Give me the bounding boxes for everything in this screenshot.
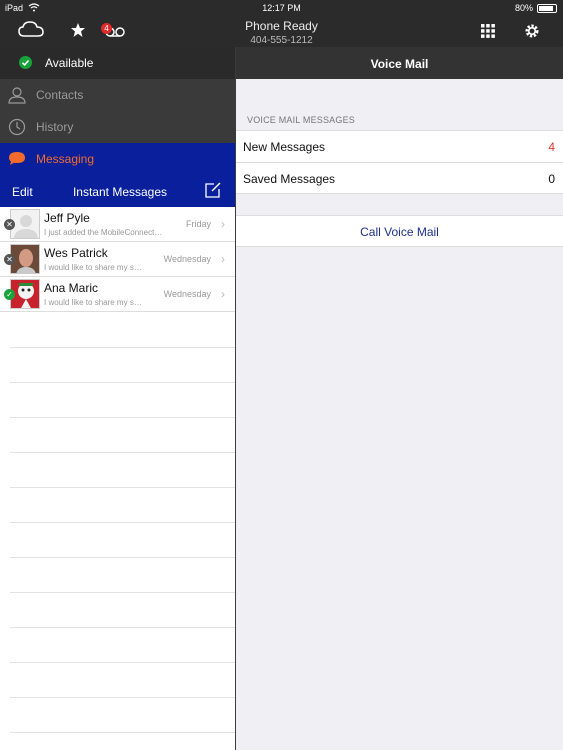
clock-icon <box>8 118 26 139</box>
list-separator <box>10 522 235 523</box>
list-item[interactable]: ✕ Jeff Pyle I just added the MobileConne… <box>0 207 235 242</box>
new-messages-count: 4 <box>548 140 555 154</box>
chevron-right-icon: › <box>221 217 225 231</box>
detail-header: Voice Mail <box>236 47 563 79</box>
message-preview: I would like to share my s… <box>44 298 142 307</box>
message-preview: I just added the MobileConnect… <box>44 228 163 237</box>
chevron-right-icon: › <box>221 287 225 301</box>
saved-messages-count: 0 <box>548 172 555 186</box>
chat-bubble-icon <box>8 150 26 171</box>
section-label: VOICE MAIL MESSAGES <box>247 115 355 125</box>
dialpad-icon[interactable] <box>481 24 495 43</box>
list-separator <box>10 627 235 628</box>
sidebar-item-contacts[interactable]: Contacts <box>0 79 235 111</box>
compose-icon[interactable] <box>204 181 222 202</box>
list-separator <box>10 452 235 453</box>
list-separator <box>10 417 235 418</box>
contact-name: Jeff Pyle <box>44 211 90 225</box>
clock-time: 12:17 PM <box>262 3 301 13</box>
chevron-right-icon: › <box>221 252 225 266</box>
call-voicemail-label: Call Voice Mail <box>360 225 439 239</box>
contact-name: Ana Maric <box>44 281 99 295</box>
message-preview: I would like to share my s… <box>44 263 142 272</box>
status-online-icon: ✓ <box>4 289 15 300</box>
phone-number: 404-555-1212 <box>250 35 313 46</box>
battery-icon <box>537 4 557 13</box>
sidebar-item-label: Messaging <box>36 152 95 166</box>
saved-messages-row[interactable]: Saved Messages 0 <box>236 162 563 194</box>
message-day: Friday <box>185 219 211 229</box>
list-separator <box>10 592 235 593</box>
person-icon <box>8 86 26 107</box>
call-voicemail-button[interactable]: Call Voice Mail <box>236 215 563 247</box>
battery-percent: 80% <box>514 3 533 13</box>
sidebar-item-label: History <box>36 120 74 134</box>
sidebar-item-messaging[interactable]: Messaging <box>0 143 235 175</box>
gear-icon[interactable] <box>524 23 540 44</box>
status-offline-icon: ✕ <box>4 254 15 265</box>
presence-label: Available <box>45 56 94 70</box>
check-circle-icon <box>19 56 32 72</box>
message-day: Wednesday <box>163 254 211 264</box>
page-title: Voice Mail <box>370 57 429 71</box>
row-label: New Messages <box>243 140 326 154</box>
list-separator <box>10 487 235 488</box>
list-separator <box>10 697 235 698</box>
list-separator <box>10 382 235 383</box>
row-label: Saved Messages <box>243 172 336 186</box>
sidebar-item-history[interactable]: History <box>0 111 235 143</box>
list-separator <box>10 732 235 733</box>
list-separator <box>10 662 235 663</box>
top-nav: 4 Phone Ready 404-555-1212 <box>0 16 563 47</box>
phone-status: Phone Ready <box>245 19 318 33</box>
list-item[interactable]: ✕ Wes Patrick I would like to share my s… <box>0 242 235 277</box>
message-day: Wednesday <box>163 289 211 299</box>
list-separator <box>10 557 235 558</box>
new-messages-row[interactable]: New Messages 4 <box>236 130 563 162</box>
sidebar: Available Contacts History Messaging Edi… <box>0 47 235 750</box>
status-bar: iPad 12:17 PM 80% <box>0 0 563 16</box>
status-offline-icon: ✕ <box>4 219 15 230</box>
presence-status[interactable]: Available <box>0 47 235 79</box>
list-separator <box>10 347 235 348</box>
list-item[interactable]: ✓ Ana Maric I would like to share my s… … <box>0 277 235 312</box>
contact-name: Wes Patrick <box>44 246 108 260</box>
sidebar-item-label: Contacts <box>36 88 84 102</box>
messaging-toolbar: Edit Instant Messages <box>0 175 235 207</box>
